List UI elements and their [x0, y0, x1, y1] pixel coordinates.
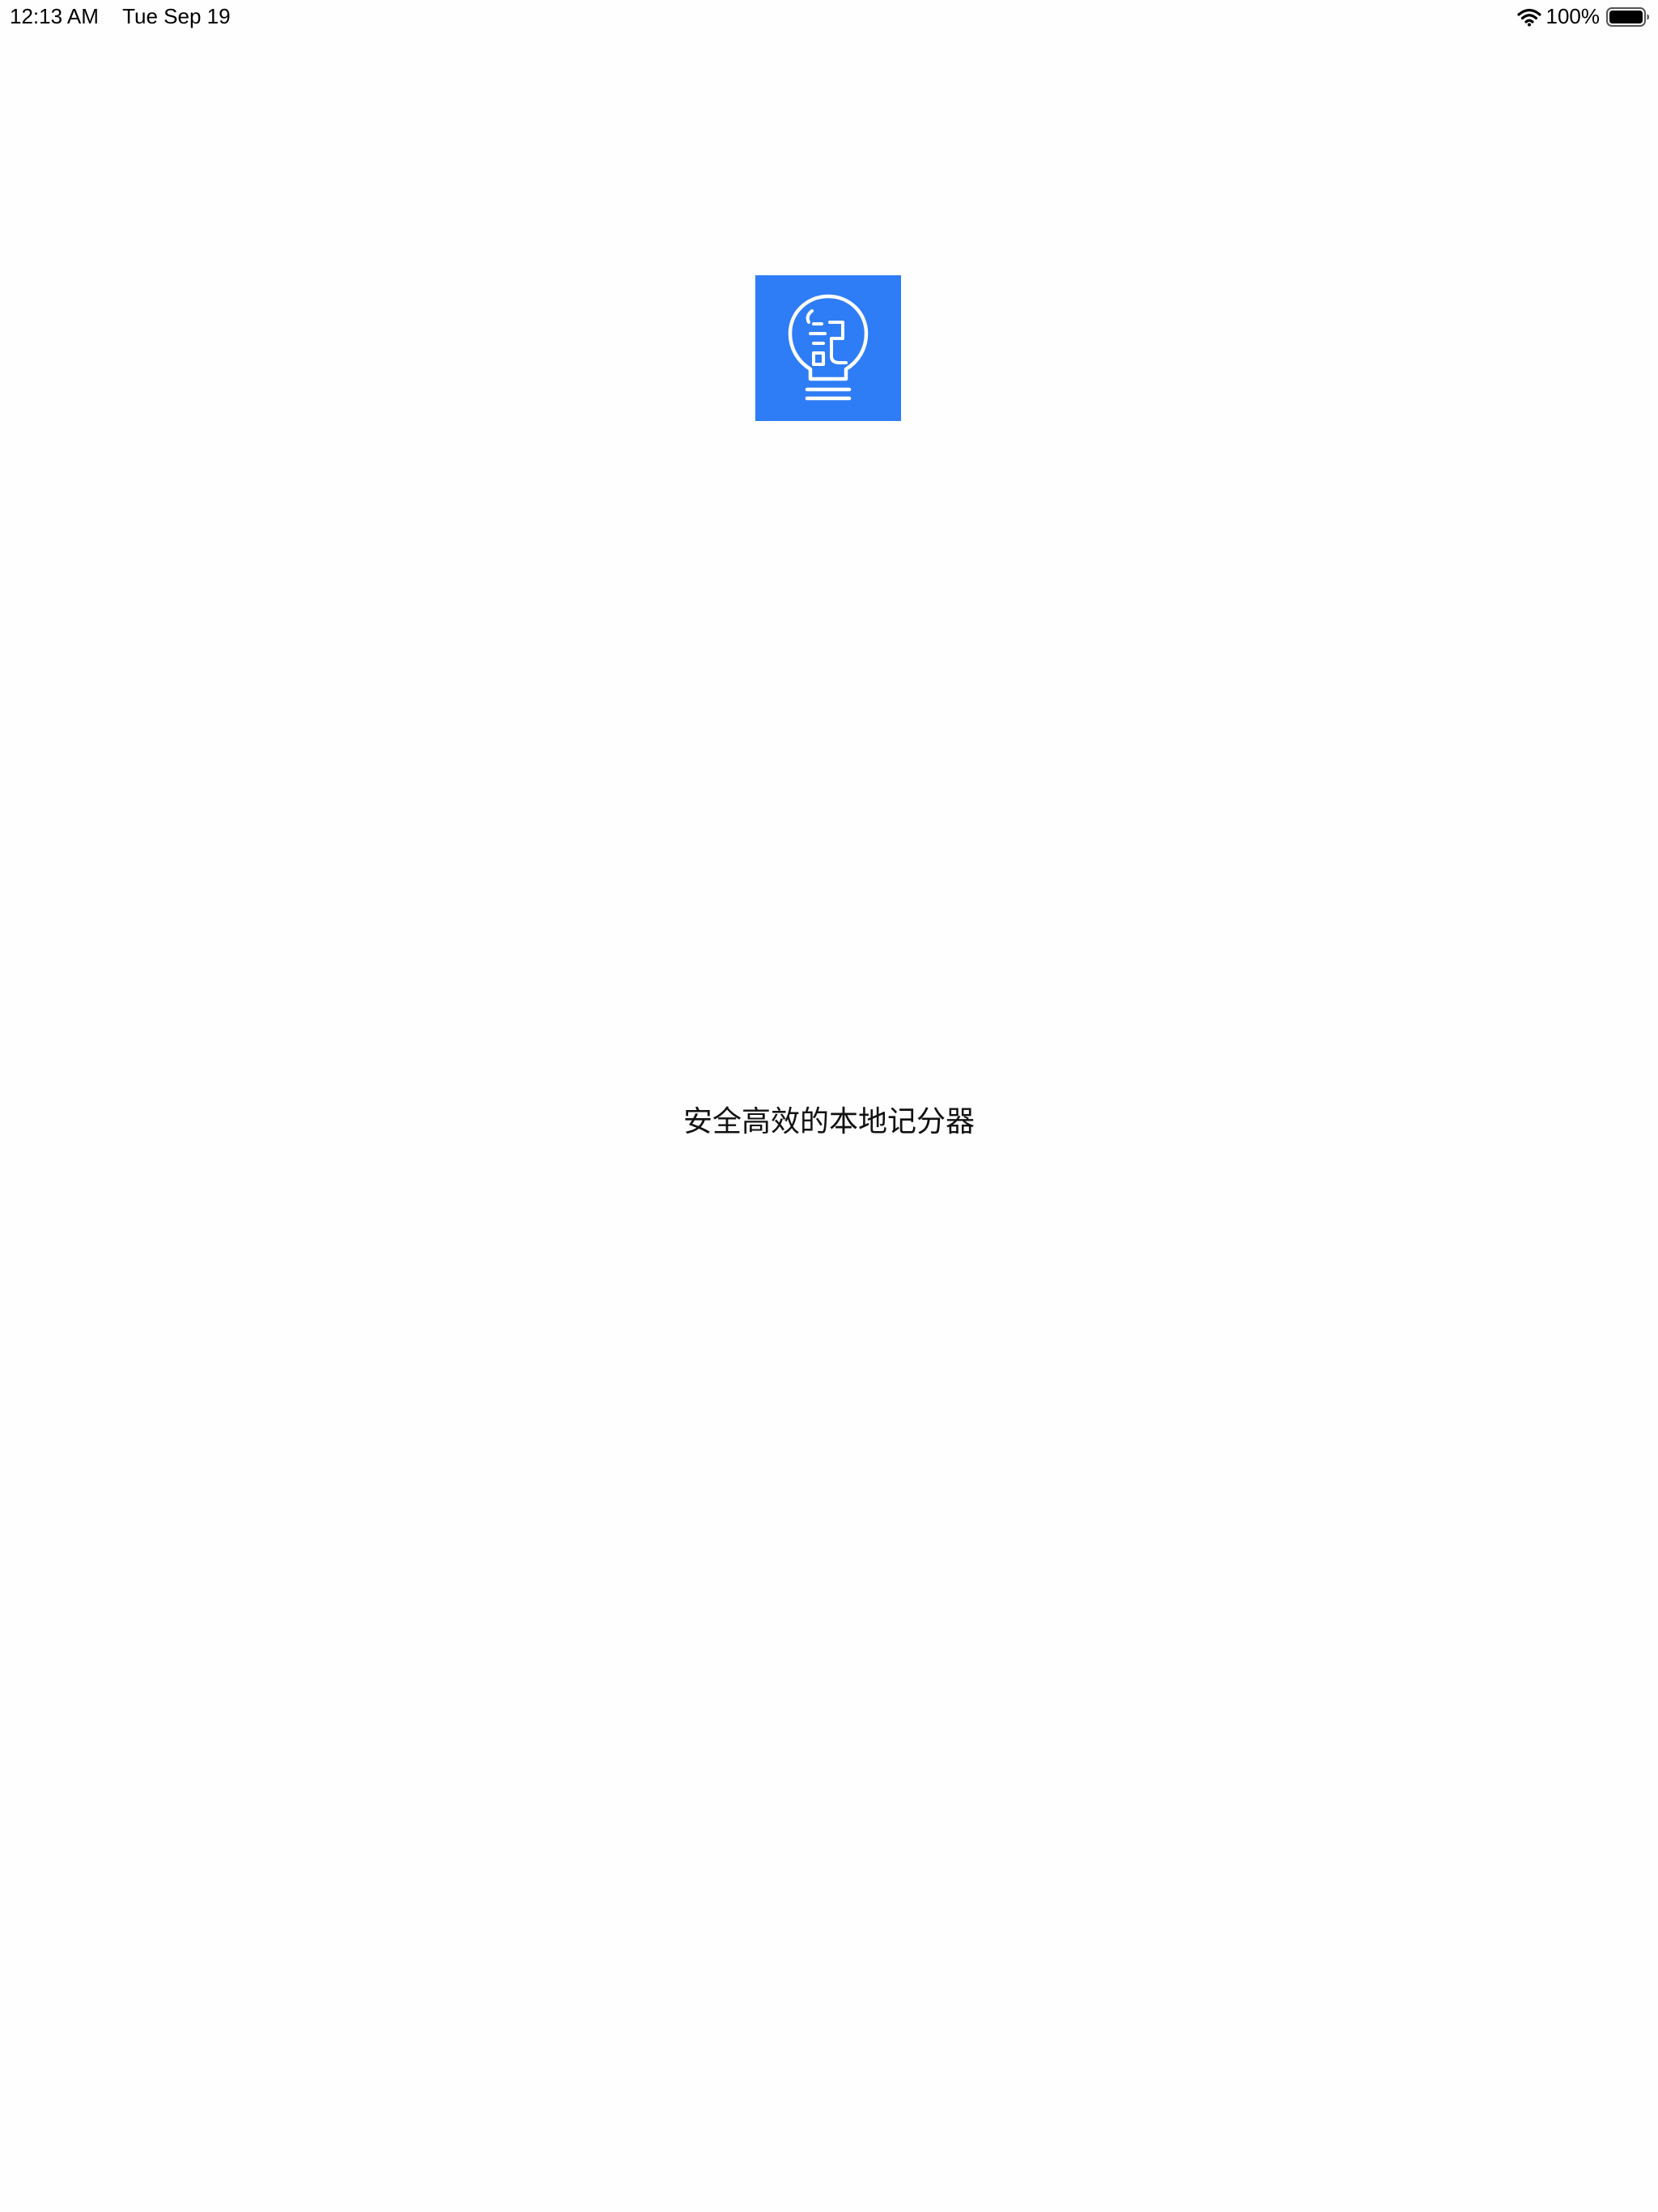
wifi-icon — [1516, 7, 1541, 27]
app-tagline: 安全高效的本地记分器 — [682, 1105, 975, 1138]
battery-percent: 100% — [1545, 4, 1601, 28]
lightbulb-note-icon — [788, 294, 869, 401]
status-left: 12:13 AM Tue Sep 19 — [10, 4, 231, 29]
status-date: Tue Sep 19 — [122, 4, 231, 28]
battery-full-icon — [1606, 6, 1650, 27]
status-right: 100% — [1516, 4, 1651, 29]
status-bar: 12:13 AM Tue Sep 19 100% — [0, 0, 1658, 34]
status-time: 12:13 AM — [10, 4, 99, 28]
app-logo — [755, 275, 901, 421]
